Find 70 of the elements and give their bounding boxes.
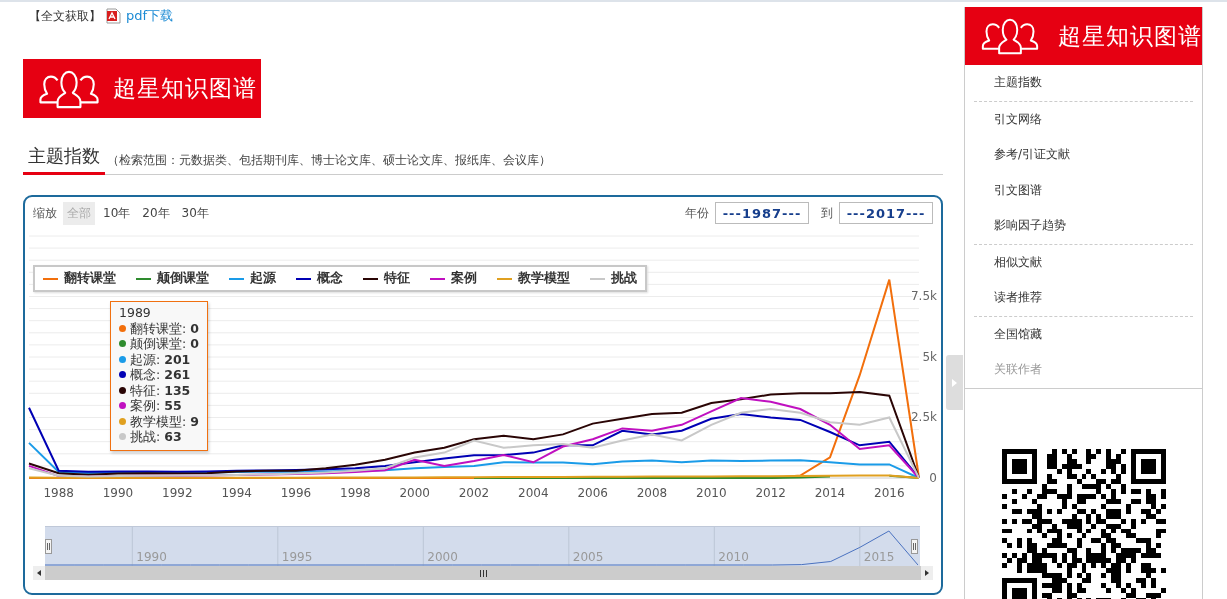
- x-axis-label: 2010: [696, 486, 727, 500]
- section-title: 主题指数: [23, 144, 105, 175]
- navigator-year-label: 1995: [281, 550, 313, 564]
- grip-icon: [479, 569, 487, 577]
- pdf-download-link[interactable]: pdf下载: [126, 7, 174, 25]
- sidebar-link[interactable]: 参考/引证文献: [974, 137, 1193, 173]
- navigator-year-label: 2015: [863, 550, 895, 564]
- x-axis-label: 2014: [814, 486, 846, 500]
- sidebar-link[interactable]: 引文图谱: [974, 172, 1193, 208]
- x-axis-label: 2000: [399, 486, 430, 500]
- x-axis-label: 2016: [874, 486, 905, 500]
- people-icon: [37, 68, 101, 109]
- x-axis-label: 2002: [458, 486, 490, 500]
- year-to-field[interactable]: ---2017---: [839, 202, 933, 224]
- sidebar-link[interactable]: 全国馆藏: [974, 316, 1193, 352]
- x-axis-label: 1994: [221, 486, 252, 500]
- zoom-label: 缩放: [33, 204, 57, 222]
- tooltip-value: 颠倒课堂: 0: [130, 336, 199, 352]
- tooltip-value: 案例: 55: [130, 398, 182, 414]
- banner-title: 超星知识图谱: [113, 74, 257, 103]
- navigator-year-label: 2005: [572, 550, 604, 564]
- y-axis-label: 5k: [922, 349, 937, 364]
- y-axis-label: 2.5k: [910, 410, 937, 424]
- legend-item[interactable]: 起源: [229, 270, 276, 287]
- scroll-right-icon[interactable]: [925, 570, 929, 576]
- navigator-year-label: 2010: [718, 550, 749, 564]
- tooltip-value: 翻转课堂: 0: [130, 320, 199, 336]
- sidebar-link[interactable]: 影响因子趋势: [974, 208, 1193, 244]
- tooltip-year: 1989: [119, 305, 151, 321]
- x-axis-label: 1996: [280, 486, 312, 500]
- sidebar-title: 超星知识图谱: [1058, 21, 1202, 51]
- sidebar-link[interactable]: 读者推荐: [974, 280, 1193, 316]
- legend-item[interactable]: 概念: [296, 270, 343, 287]
- x-axis-label: 2012: [755, 486, 786, 500]
- year-label: 年份: [685, 204, 709, 222]
- navigator-year-label: 2000: [427, 550, 458, 564]
- tooltip-value: 挑战: 63: [130, 429, 182, 445]
- legend-item[interactable]: 案例: [430, 270, 477, 287]
- fulltext-label: 【全文获取】: [29, 7, 101, 25]
- x-axis-label: 2006: [577, 486, 608, 500]
- x-axis-label: 1992: [162, 486, 193, 500]
- x-axis-label: 1990: [102, 486, 134, 500]
- sidebar-link[interactable]: 相似文献: [974, 244, 1193, 280]
- x-axis-label: 2004: [518, 486, 549, 500]
- y-axis-label: 0: [929, 470, 937, 485]
- legend-item[interactable]: 颠倒课堂: [136, 270, 209, 287]
- x-axis-label: 1988: [43, 486, 74, 500]
- tooltip-value: 教学模型: 9: [130, 413, 199, 429]
- legend-item[interactable]: 挑战: [590, 270, 637, 287]
- tooltip-value: 起源: 201: [130, 351, 191, 367]
- legend-item[interactable]: 特征: [363, 270, 410, 287]
- year-from-field[interactable]: ---1987---: [715, 202, 809, 224]
- scrollbar[interactable]: [33, 566, 933, 580]
- sidebar-link[interactable]: 引文网络: [974, 101, 1193, 137]
- x-axis-label: 2008: [636, 486, 668, 500]
- tooltip-value: 概念: 261: [130, 367, 191, 383]
- tooltip-value: 特征: 135: [130, 382, 191, 398]
- x-axis-label: 1998: [340, 486, 371, 500]
- caret-icon: [952, 378, 957, 387]
- y-axis-label: 7.5k: [910, 289, 937, 303]
- range-handle[interactable]: [911, 539, 918, 554]
- range-handle[interactable]: [45, 539, 52, 554]
- legend-item[interactable]: 教学模型: [497, 270, 570, 287]
- to-label: 到: [821, 204, 833, 222]
- pdf-document-icon: [106, 8, 121, 24]
- sidebar-link[interactable]: 主题指数: [974, 65, 1193, 101]
- scroll-left-icon[interactable]: [37, 570, 41, 576]
- navigator-year-label: 1990: [136, 550, 167, 564]
- legend-item[interactable]: 翻转课堂: [43, 270, 116, 287]
- search-scope-note: （检索范围：元数据类、包括期刊库、博士论文库、硕士论文库、报纸库、会议库）: [106, 153, 551, 169]
